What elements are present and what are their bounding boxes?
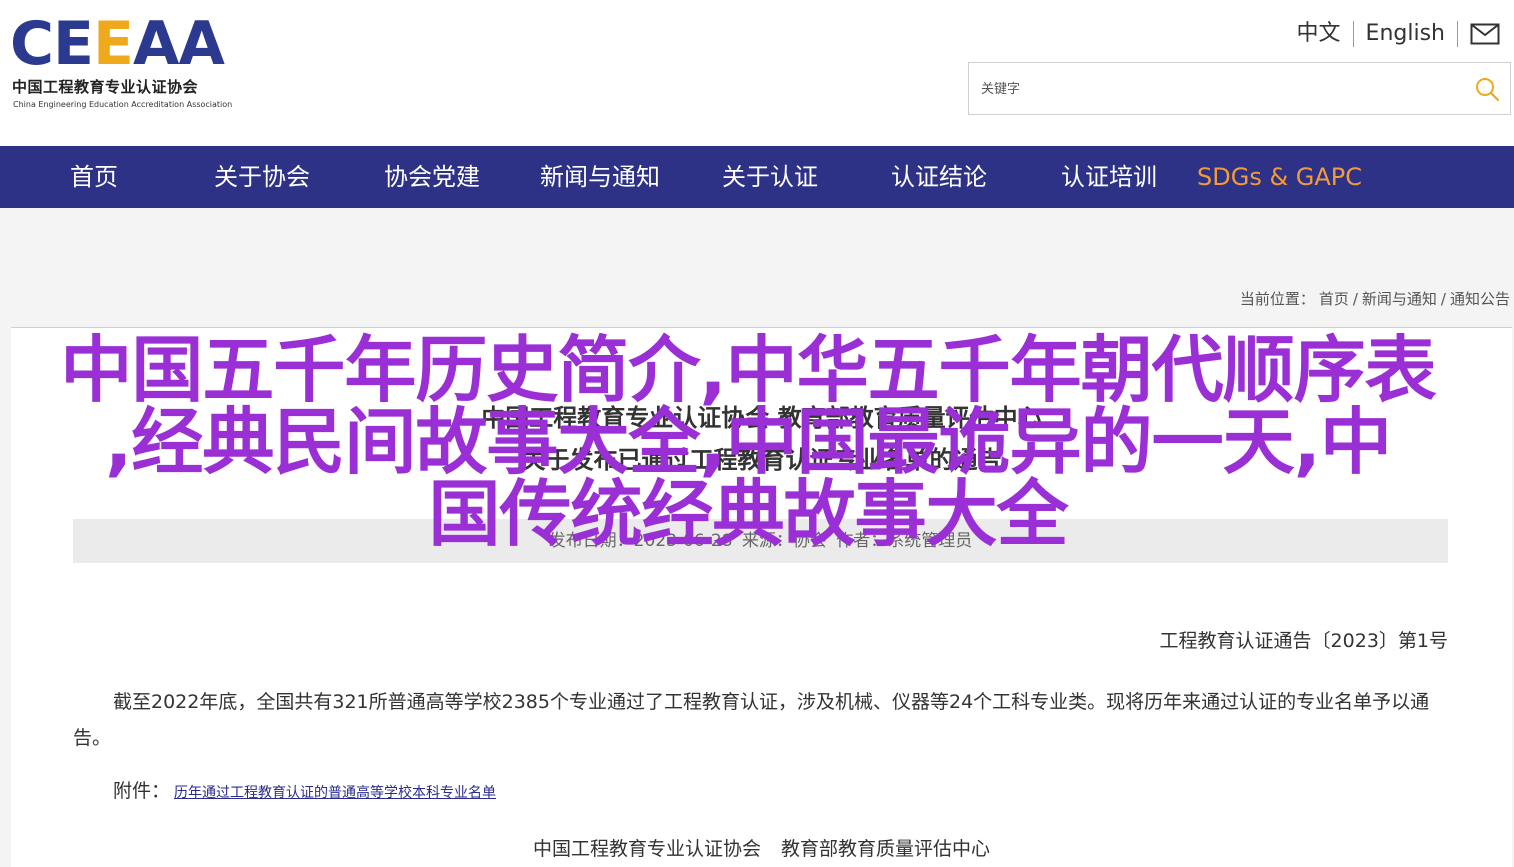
nav-sdgs-gapc[interactable]: SDGs & GAPC — [1197, 146, 1362, 208]
breadcrumb-news[interactable]: 新闻与通知 — [1362, 290, 1437, 308]
nav-accreditation-results[interactable]: 认证结论 — [891, 146, 987, 208]
breadcrumb: 当前位置： 首页 / 新闻与通知 / 通知公告 — [1239, 290, 1510, 308]
site-header: CE E AA 中国工程教育专业认证协会 China Engineering Edu… — [0, 0, 1514, 146]
language-links: 中文 English — [1285, 18, 1500, 50]
breadcrumb-home[interactable]: 首页 — [1319, 290, 1349, 308]
overlay-headline: 中国五千年历史简介,中华五千年朝代顺序表 ,经典民间故事大全,中国最诡异的一天,… — [28, 334, 1468, 550]
nav-home[interactable]: 首页 — [70, 146, 118, 208]
signer-evaluation-center: 教育部教育质量评估中心 — [781, 838, 991, 860]
signer-association: 中国工程教育专业认证协会 — [532, 838, 761, 860]
search-icon[interactable] — [1474, 76, 1500, 102]
attachment: 附件： 历年通过工程教育认证的普通高等学校本科专业名单 — [113, 776, 496, 803]
nav-training[interactable]: 认证培训 — [1061, 146, 1157, 208]
nav-about-accreditation[interactable]: 关于认证 — [722, 146, 818, 208]
breadcrumb-notices[interactable]: 通知公告 — [1450, 290, 1510, 308]
logo-english-name: China Engineering Education Accreditatio… — [13, 100, 233, 109]
notice-number: 工程教育认证通告〔2023〕第1号 — [1159, 630, 1448, 652]
nav-party-building[interactable]: 协会党建 — [384, 146, 480, 208]
signature: 中国工程教育专业认证协会 教育部教育质量评估中心 — [11, 834, 1512, 861]
overlay-line-1: 中国五千年历史简介,中华五千年朝代顺序表 — [60, 328, 1436, 412]
logo-chinese-name: 中国工程教育专业认证协会 — [12, 78, 199, 96]
lang-english-link[interactable]: English — [1354, 19, 1457, 49]
overlay-line-2: ,经典民间故事大全,中国最诡异的一天,中 — [104, 400, 1392, 484]
mail-icon[interactable] — [1470, 23, 1500, 45]
lang-chinese-link[interactable]: 中文 — [1285, 19, 1353, 49]
logo-mark: CE E AA — [10, 9, 225, 79]
article-paragraph: 截至2022年底，全国共有321所普通高等学校2385个专业通过了工程教育认证，… — [73, 691, 1430, 749]
main-nav: 首页 关于协会 协会党建 新闻与通知 关于认证 认证结论 认证培训 SDGs &… — [0, 146, 1514, 208]
attachment-link[interactable]: 历年通过工程教育认证的普通高等学校本科专业名单 — [174, 785, 496, 801]
divider — [1457, 21, 1458, 47]
overlay-line-3: 国传统经典故事大全 — [428, 472, 1068, 556]
nav-about-association[interactable]: 关于协会 — [214, 146, 310, 208]
site-logo[interactable]: CE E AA 中国工程教育专业认证协会 China Engineering Edu… — [10, 14, 270, 114]
search-box — [968, 62, 1511, 115]
breadcrumb-prefix: 当前位置： — [1239, 290, 1315, 308]
nav-news-notices[interactable]: 新闻与通知 — [540, 146, 660, 208]
attachment-label: 附件： — [113, 780, 171, 802]
search-input[interactable] — [981, 77, 1451, 101]
